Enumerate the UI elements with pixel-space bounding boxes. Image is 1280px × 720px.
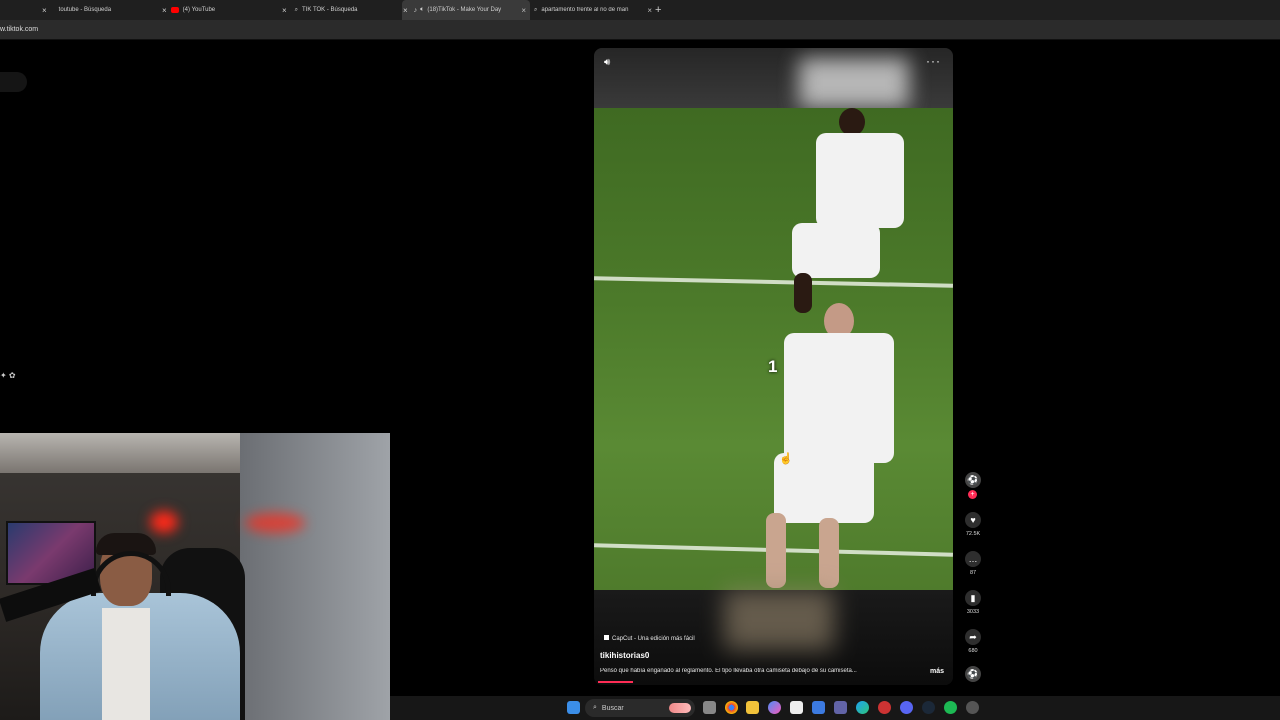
player-head	[839, 108, 865, 136]
windows-start-icon[interactable]	[567, 701, 580, 714]
steam-icon[interactable]	[922, 701, 935, 714]
like-count: 72.5K	[965, 531, 981, 537]
close-icon[interactable]: ×	[403, 6, 408, 15]
red-light	[150, 511, 178, 533]
avatar: ⚽	[965, 472, 981, 488]
red-light	[245, 513, 305, 533]
person-shirt	[102, 608, 150, 720]
avatar-button[interactable]: ⚽	[960, 472, 986, 488]
search-icon: ⌕	[593, 704, 597, 711]
tiktok-icon: ♪	[413, 6, 418, 14]
tab-label: (18)TikTok - Make Your Day	[427, 7, 502, 13]
blurred-region	[799, 58, 909, 108]
tab-tiktok[interactable]: × ♪ 🔈︎ (18)TikTok - Make Your Day ×	[402, 0, 530, 20]
close-icon[interactable]: ×	[42, 6, 47, 15]
comment-icon: …	[965, 551, 981, 567]
copilot-icon[interactable]	[768, 701, 781, 714]
search-icon: ⌕	[294, 6, 299, 13]
speaker-icon[interactable]: 🔈︎	[420, 6, 424, 14]
share-button[interactable]: ➦ 680	[960, 629, 986, 654]
progress-bar[interactable]	[598, 681, 634, 683]
file-explorer-icon[interactable]	[746, 701, 759, 714]
app-icon[interactable]	[812, 701, 825, 714]
player-jersey	[816, 133, 904, 228]
bookmark-icon: ▮	[965, 590, 981, 606]
new-tab-button[interactable]: +	[655, 0, 667, 20]
player-jersey	[784, 333, 894, 463]
tab-label: (4) YouTube	[182, 7, 216, 13]
app-icon[interactable]	[878, 701, 891, 714]
share-icon: ➦	[965, 629, 981, 645]
tab-youtube-search[interactable]: × toutube - Búsqueda	[42, 0, 170, 20]
music-disc-icon: ⚽	[965, 666, 981, 682]
player-leg	[819, 518, 839, 588]
search-icon: ⌕	[534, 6, 538, 13]
player-leg	[766, 513, 786, 588]
comment-button[interactable]: … 87	[960, 551, 986, 576]
more-button[interactable]: más	[930, 668, 944, 675]
search-placeholder: Buscar	[601, 704, 624, 712]
url-text: w.tiktok.com	[0, 26, 39, 33]
volume-icon[interactable]: 🔊︎	[604, 57, 610, 68]
tab-label: apartamento frente al rio de man	[541, 7, 629, 13]
close-icon[interactable]: ×	[162, 6, 167, 15]
store-icon[interactable]	[790, 701, 803, 714]
save-button[interactable]: ▮ 3033	[960, 590, 986, 615]
discord-icon[interactable]	[900, 701, 913, 714]
close-icon[interactable]: ×	[647, 6, 652, 15]
pitch-line	[594, 276, 953, 288]
more-options-icon[interactable]: ···	[926, 54, 941, 68]
sound-disc-button[interactable]: ⚽	[960, 666, 986, 682]
video-overlay-number: 1	[768, 357, 778, 376]
capcut-icon	[604, 635, 609, 640]
hand-cursor-icon: ☝	[779, 453, 793, 465]
youtube-icon	[170, 7, 179, 13]
capcut-label[interactable]: CapCut - Una edición más fácil	[604, 635, 695, 642]
teams-icon[interactable]	[834, 701, 847, 714]
close-icon[interactable]: ×	[282, 6, 287, 15]
tab-tiktok-search[interactable]: × ⌕ TIK TOK - Búsqueda	[282, 0, 407, 20]
close-icon[interactable]: ×	[521, 6, 526, 15]
webcam-feed	[0, 433, 390, 720]
task-view-icon[interactable]	[703, 701, 716, 714]
tab-apartamento[interactable]: ⌕ apartamento frente al rio de man ×	[534, 0, 652, 20]
video-author[interactable]: tikihistorias0	[600, 651, 649, 660]
address-bar[interactable]: w.tiktok.com	[0, 20, 1280, 40]
chrome-icon[interactable]	[725, 701, 738, 714]
video-description: Pensó que había engañado al reglamento. …	[600, 668, 857, 674]
player-shorts	[792, 223, 880, 278]
heart-icon: ♥	[965, 512, 981, 528]
tab-label: TIK TOK - Búsqueda	[302, 7, 358, 13]
follow-plus-icon[interactable]: +	[968, 490, 977, 499]
tab-youtube[interactable]: × (4) YouTube	[162, 0, 287, 20]
blurred-region	[724, 590, 834, 650]
soccer-field	[594, 108, 953, 590]
emoji-fragment: ✦ ✿	[0, 371, 16, 380]
taskbar-search[interactable]: ⌕ Buscar	[585, 699, 695, 717]
spotify-icon[interactable]	[944, 701, 957, 714]
player-leg	[794, 273, 812, 313]
edge-icon[interactable]	[856, 701, 869, 714]
tab-bar: × toutube - Búsqueda × (4) YouTube × ⌕ T…	[0, 0, 1280, 20]
comment-count: 87	[969, 570, 977, 576]
media-player-icon[interactable]	[966, 701, 979, 714]
save-count: 3033	[966, 609, 980, 615]
tab-label: toutube - Búsqueda	[58, 7, 112, 13]
share-count: 680	[968, 648, 978, 654]
search-highlight-icon	[669, 703, 691, 713]
like-button[interactable]: ♥ 72.5K	[960, 512, 986, 537]
wall	[240, 433, 390, 720]
sidebar-pill[interactable]	[0, 72, 27, 92]
